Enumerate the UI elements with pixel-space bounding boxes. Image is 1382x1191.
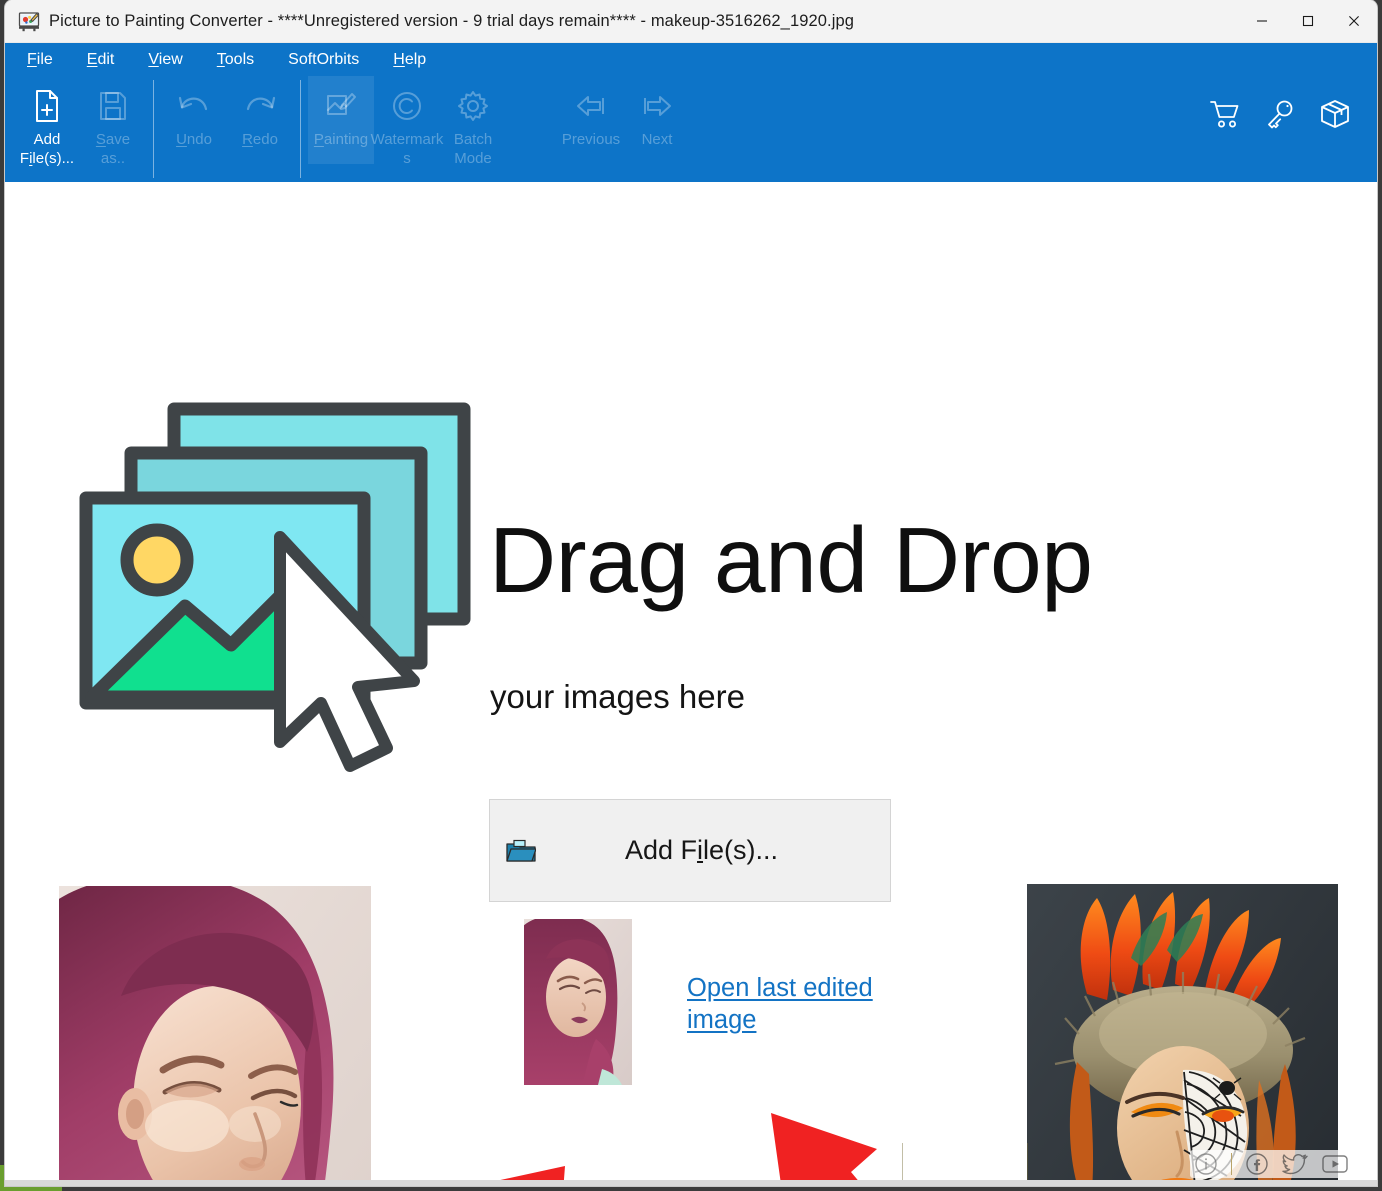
window-bottom-edge — [5, 1180, 1377, 1186]
stacked-images-with-cursor-icon — [75, 397, 475, 787]
toolbar-painting-button[interactable]: Painting — [308, 76, 374, 164]
toolbar-save-as-button[interactable]: Save as.. — [80, 76, 146, 168]
menu-item-edit[interactable]: Edit — [81, 48, 121, 72]
save-icon — [98, 85, 128, 127]
main-drop-area[interactable]: Drag and Drop your images here Add File(… — [5, 182, 1377, 1186]
menu-item-file[interactable]: File — [21, 48, 59, 72]
title-bar: Picture to Painting Converter - ****Unre… — [5, 0, 1377, 43]
sample-photo-after — [1027, 884, 1338, 1186]
twitter-icon[interactable] — [1282, 1152, 1308, 1176]
toolbar-save-as-label: Save as.. — [95, 131, 131, 167]
toolbar-watermarks-label: Watermarks — [370, 131, 444, 167]
menu-item-softorbits[interactable]: SoftOrbits — [282, 48, 365, 72]
toolbar-right-icons — [1207, 96, 1353, 137]
toolbar-next-button[interactable]: Next — [624, 76, 690, 164]
package-icon[interactable] — [1317, 96, 1353, 137]
app-icon — [18, 10, 40, 32]
youtube-icon[interactable] — [1321, 1153, 1349, 1175]
open-last-edited-image-link[interactable]: Open last edited image — [687, 972, 887, 1036]
toolbar-redo-button[interactable]: Redo — [227, 76, 293, 164]
painting-icon — [325, 85, 357, 127]
toolbar-add-files-label: Add File(s)... — [19, 131, 75, 167]
toolbar-next-label: Next — [641, 131, 673, 148]
add-files-button-label: Add File(s)... — [624, 835, 779, 865]
key-icon[interactable] — [1263, 96, 1299, 137]
close-button[interactable] — [1331, 0, 1377, 42]
maximize-button[interactable] — [1285, 0, 1331, 42]
annotation-arrows — [385, 1077, 965, 1186]
toolbar-undo-button[interactable]: Undo — [161, 76, 227, 164]
arrow-left-icon — [574, 85, 608, 127]
toolbar-separator-2 — [300, 80, 301, 178]
toolbar-watermarks-button[interactable]: Watermarks — [371, 76, 443, 168]
toolbar-buttons-row: Add File(s)... Save as.. Undo Redo Paint… — [5, 76, 1377, 182]
arrow-to-open-link — [771, 1113, 877, 1186]
folder-icon — [501, 838, 541, 864]
gear-icon — [457, 85, 489, 127]
drop-title: Drag and Drop — [489, 508, 1093, 612]
window-title: Picture to Painting Converter - ****Unre… — [49, 11, 855, 30]
toolbar-painting-label: Painting — [313, 131, 369, 148]
minimize-button[interactable] — [1239, 0, 1285, 42]
redo-arrow-icon — [243, 85, 277, 127]
toolbar-batch-mode-label: Batch Mode — [453, 131, 493, 167]
cart-icon[interactable] — [1207, 96, 1245, 137]
toolbar-previous-label: Previous — [561, 131, 621, 148]
info-icon[interactable] — [1194, 1152, 1218, 1176]
copyright-icon — [391, 85, 423, 127]
drop-subtitle: your images here — [490, 678, 745, 715]
social-separator — [1231, 1153, 1232, 1175]
ribbon-toolbar: File Edit View Tools SoftOrbits Help Add… — [5, 43, 1377, 182]
toolbar-add-files-button[interactable]: Add File(s)... — [14, 76, 80, 168]
add-files-button[interactable]: Add File(s)... — [489, 799, 891, 902]
toolbar-previous-button[interactable]: Previous — [558, 76, 624, 164]
last-edited-thumbnail[interactable] — [524, 919, 632, 1085]
social-links-bar — [1190, 1150, 1353, 1178]
menu-item-view[interactable]: View — [142, 48, 188, 72]
file-plus-icon — [32, 85, 62, 127]
menu-item-help[interactable]: Help — [387, 48, 432, 72]
toolbar-redo-label: Redo — [242, 131, 278, 148]
application-window: Picture to Painting Converter - ****Unre… — [5, 0, 1377, 1186]
toolbar-separator-1 — [153, 80, 154, 178]
arrow-right-icon — [640, 85, 674, 127]
sample-photo-before — [59, 886, 371, 1186]
menu-item-tools[interactable]: Tools — [211, 48, 260, 72]
undo-arrow-icon — [177, 85, 211, 127]
menu-bar: File Edit View Tools SoftOrbits Help — [5, 43, 1377, 76]
facebook-icon[interactable] — [1245, 1152, 1269, 1176]
toolbar-batch-mode-button[interactable]: Batch Mode — [440, 76, 506, 168]
toolbar-undo-label: Undo — [176, 131, 212, 148]
window-controls — [1239, 0, 1377, 42]
